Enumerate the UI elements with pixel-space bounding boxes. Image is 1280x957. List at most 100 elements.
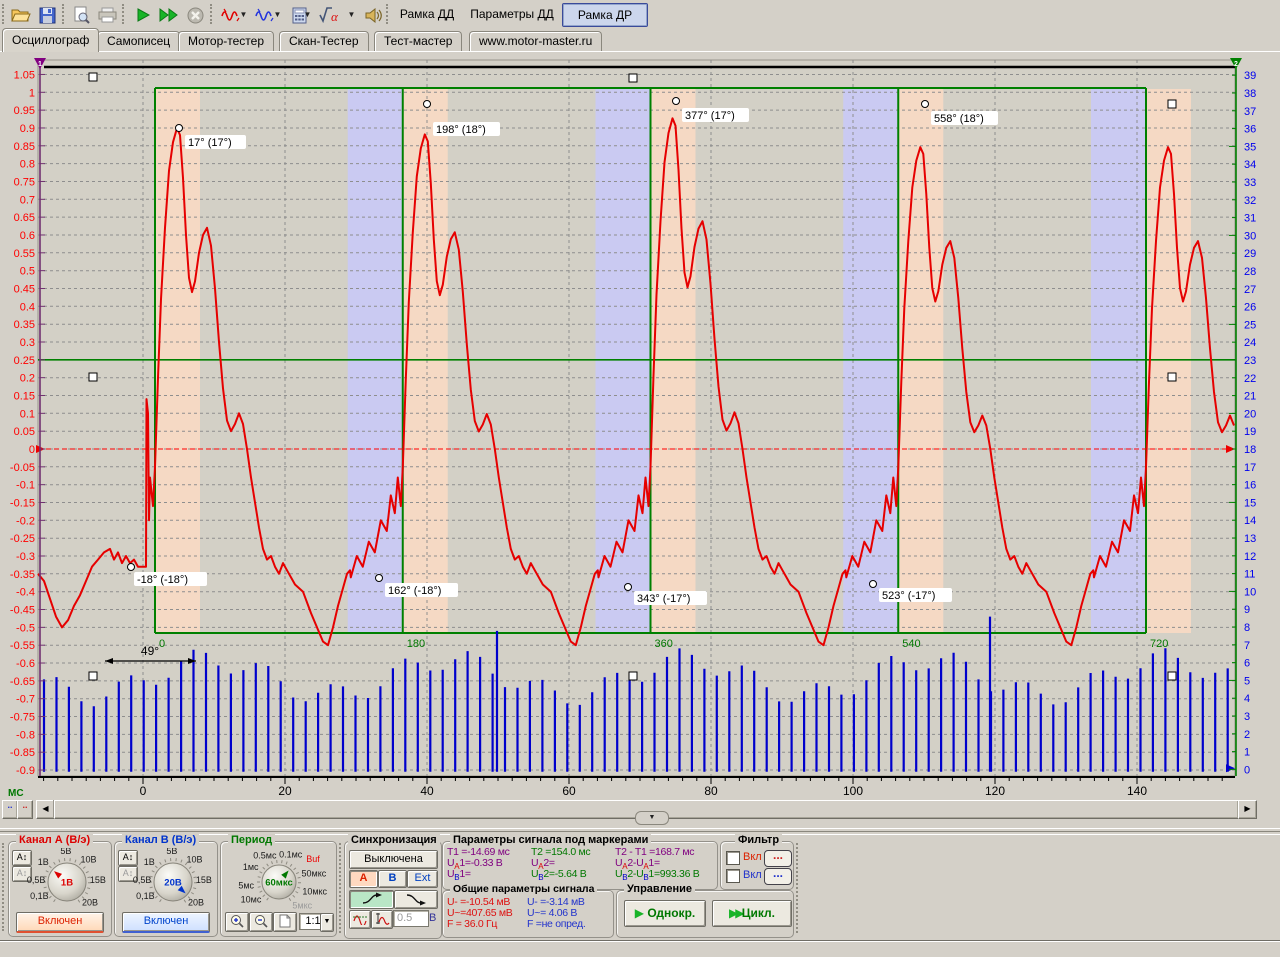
svg-text:540: 540 — [902, 638, 920, 650]
svg-text:49°: 49° — [141, 644, 159, 658]
page-icon — [279, 914, 291, 928]
svg-text:-0.7: -0.7 — [16, 694, 35, 706]
channel-a-enabled-button[interactable]: Включен — [16, 912, 104, 933]
sound-button[interactable] — [360, 2, 386, 28]
panel-divider — [0, 828, 1280, 832]
toolbar-grip — [386, 4, 391, 24]
svg-text:17° (17°): 17° (17°) — [188, 137, 232, 149]
svg-text:27: 27 — [1244, 284, 1256, 296]
svg-text:1В: 1В — [61, 878, 73, 889]
math-dropdown-arrow[interactable]: ▼ — [346, 2, 357, 26]
tab-2[interactable]: Самописец — [97, 31, 180, 51]
sync-threshold-unit: В — [429, 912, 436, 924]
svg-text:1: 1 — [1244, 747, 1250, 759]
channel-a-dropdown-arrow[interactable]: ▼ — [238, 2, 249, 26]
svg-text:19: 19 — [1244, 426, 1256, 438]
svg-text:0.6: 0.6 — [20, 230, 35, 242]
svg-text:10: 10 — [1244, 586, 1256, 598]
svg-text:0.5: 0.5 — [20, 266, 35, 278]
stop-icon — [187, 7, 204, 24]
svg-text:0.85: 0.85 — [14, 141, 35, 153]
sync-source-b-button[interactable]: В — [378, 870, 407, 888]
run-single-button[interactable] — [130, 2, 156, 28]
sync-group: Синхронизация Выключена А В Ext 0.5 В — [344, 841, 442, 939]
tab-3[interactable]: Мотор-тестер — [178, 31, 274, 51]
scroll-right-button[interactable]: ▶ — [1238, 800, 1257, 819]
svg-text:38: 38 — [1244, 88, 1256, 100]
run-cycle-big-button[interactable]: ▶▶ Цикл. — [712, 900, 792, 927]
svg-text:-0.5: -0.5 — [16, 622, 35, 634]
frame-dr-button[interactable]: Рамка ДР — [562, 3, 648, 27]
svg-text:12: 12 — [1244, 551, 1256, 563]
channel-b-range-knob[interactable]: 20В0,1В0,5В1В5В10В15В20В — [115, 848, 217, 910]
sync-edge-rising-button[interactable] — [349, 890, 394, 909]
sync-level-mode-button[interactable] — [349, 910, 371, 929]
print-button[interactable] — [94, 2, 120, 28]
svg-text:0.25: 0.25 — [14, 355, 35, 367]
tab-6[interactable]: www.motor-master.ru — [469, 31, 602, 51]
sync-source-ext-button[interactable]: Ext — [407, 870, 438, 888]
run-cycle-button[interactable] — [156, 2, 182, 28]
filter-b-more-button[interactable]: ... — [764, 868, 792, 885]
marker-param-cell: UВ2-UВ1=993.36 В — [615, 868, 699, 882]
filter-b-checkbox[interactable] — [726, 869, 740, 883]
tab-1[interactable]: Осциллограф — [2, 28, 99, 52]
channel-b-dropdown-arrow[interactable]: ▼ — [272, 2, 283, 26]
svg-text:0.45: 0.45 — [14, 283, 35, 295]
svg-text:720: 720 — [1150, 638, 1168, 650]
zoom-in-button[interactable] — [225, 912, 249, 932]
svg-text:23: 23 — [1244, 355, 1256, 367]
svg-text:0.15: 0.15 — [14, 390, 35, 402]
svg-text:80: 80 — [704, 784, 718, 798]
sync-off-button[interactable]: Выключена — [349, 850, 438, 869]
tab-4[interactable]: Скан-Тестер — [279, 31, 369, 51]
filter-a-checkbox[interactable] — [726, 851, 740, 865]
panel-grip[interactable] — [796, 843, 801, 933]
marker-blue-dots-button[interactable]: .. — [2, 800, 18, 819]
svg-text:16: 16 — [1244, 480, 1256, 492]
sync-threshold-input[interactable]: 0.5 — [393, 910, 429, 927]
svg-text:9: 9 — [1244, 604, 1250, 616]
stop-button[interactable] — [182, 2, 208, 28]
svg-text:33: 33 — [1244, 177, 1256, 189]
save-button[interactable] — [34, 2, 60, 28]
toolbar-grip — [62, 4, 67, 24]
sync-source-a-button[interactable]: А — [349, 870, 378, 888]
svg-text:-0.15: -0.15 — [10, 498, 35, 510]
marker-param-cell: UВ2=-5.64 В — [531, 868, 586, 882]
filter-a-label: Вкл — [743, 851, 762, 863]
sync-edge-falling-button[interactable] — [394, 890, 438, 909]
channel-b-enabled-button[interactable]: Включен — [122, 912, 210, 933]
svg-text:-0.2: -0.2 — [16, 515, 35, 527]
tab-5[interactable]: Тест-мастер — [374, 31, 462, 51]
run-single-big-button[interactable]: ▶ Однокр. — [624, 900, 706, 927]
filter-a-more-button[interactable]: ... — [764, 850, 792, 867]
frame-dd-button[interactable]: Рамка ДД — [394, 4, 460, 24]
x-axis: 020406080100120140МС — [8, 777, 1235, 799]
channel-a-title: Канал А (В/э) — [16, 834, 93, 846]
sync-hysteresis-button[interactable] — [371, 910, 393, 929]
svg-text:15В: 15В — [196, 875, 212, 885]
period-knob[interactable]: 60мкс0.5мс0.1мсBuf1мс50мкс5мс10мкс10мс5м… — [221, 848, 336, 910]
svg-text:162° (-18°): 162° (-18°) — [388, 585, 441, 597]
channel-b-title: Канал В (В/э) — [122, 834, 199, 846]
toolbar-grip[interactable] — [2, 4, 7, 24]
svg-text:20: 20 — [278, 784, 292, 798]
channel-a-group: Канал А (В/э) А↕ А↕ 1В0,1В0,5В1В5В10В15В… — [8, 841, 112, 937]
params-dd-button[interactable]: Параметры ДД — [466, 4, 558, 24]
panel-collapse-button[interactable]: ▼ — [635, 811, 669, 825]
zoom-out-icon — [254, 914, 268, 928]
math-button[interactable]: α — [316, 2, 348, 28]
svg-text:0.9: 0.9 — [20, 123, 35, 135]
marker-red-dots-button[interactable]: .. — [17, 800, 33, 819]
zoom-ratio-dropdown[interactable]: ▼ — [320, 913, 334, 932]
svg-text:0: 0 — [159, 638, 165, 650]
new-view-button[interactable] — [273, 912, 297, 932]
print-preview-button[interactable] — [68, 2, 94, 28]
open-button[interactable] — [8, 2, 34, 28]
channel-a-range-knob[interactable]: 1В0,1В0,5В1В5В10В15В20В — [9, 848, 111, 910]
panel-grip[interactable] — [2, 843, 7, 931]
zoom-out-button[interactable] — [249, 912, 273, 932]
measure-dropdown-arrow[interactable]: ▼ — [302, 2, 313, 26]
oscilloscope-plot[interactable]: 121.0510.950.90.850.80.750.70.650.60.550… — [0, 52, 1280, 834]
